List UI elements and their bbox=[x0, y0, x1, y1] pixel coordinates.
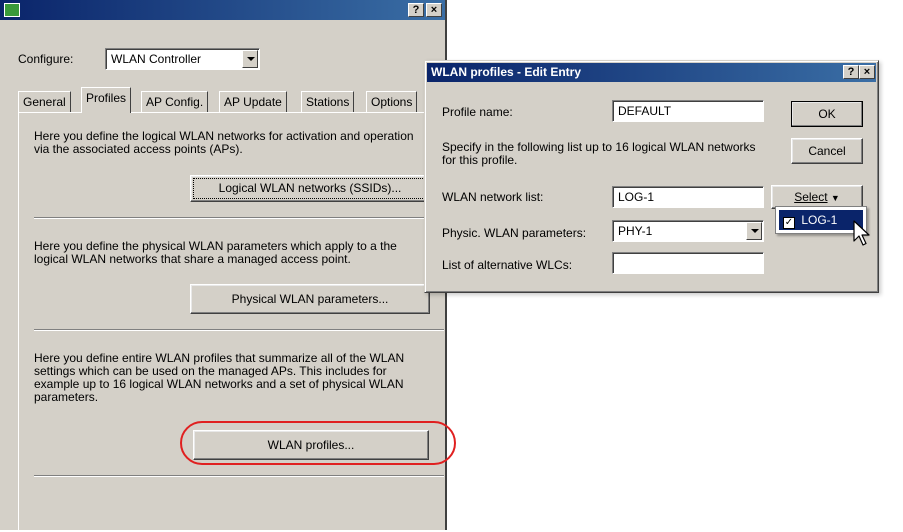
app-icon bbox=[4, 3, 20, 17]
checkbox-checked-icon[interactable]: ✓ bbox=[783, 217, 795, 229]
mouse-cursor-icon bbox=[853, 220, 870, 246]
physical-params-select[interactable]: PHY-1 bbox=[612, 220, 764, 242]
physical-params-value: PHY-1 bbox=[618, 224, 653, 238]
edit-entry-dialog: WLAN profiles - Edit Entry ? × Profile n… bbox=[424, 60, 879, 293]
hint-text: Specify in the following list up to 16 l… bbox=[442, 140, 756, 167]
tab-ap-config[interactable]: AP Config. bbox=[141, 91, 209, 112]
tab-profiles[interactable]: Profiles bbox=[81, 87, 132, 113]
main-titlebar: ? × bbox=[0, 0, 445, 20]
select-label: Select bbox=[794, 190, 828, 204]
tab-stations[interactable]: Stations bbox=[301, 91, 355, 112]
alt-wlc-input[interactable] bbox=[612, 252, 764, 274]
triangle-down-icon: ▼ bbox=[830, 193, 840, 203]
chevron-down-icon[interactable] bbox=[242, 50, 258, 68]
dialog-title: WLAN profiles - Edit Entry bbox=[431, 65, 581, 79]
highlight-ellipse bbox=[180, 421, 456, 465]
alt-wlc-label: List of alternative WLCs: bbox=[442, 258, 573, 272]
network-list-input[interactable]: LOG-1 bbox=[612, 186, 764, 208]
dialog-close-button[interactable]: × bbox=[859, 65, 875, 79]
configure-label: Configure: bbox=[18, 52, 74, 66]
section-logical-text: Here you define the logical WLAN network… bbox=[34, 129, 414, 156]
close-button[interactable]: × bbox=[426, 3, 442, 17]
dialog-titlebar: WLAN profiles - Edit Entry ? × bbox=[427, 63, 876, 82]
profile-name-label: Profile name: bbox=[442, 105, 513, 119]
separator bbox=[34, 329, 444, 331]
chevron-down-icon[interactable] bbox=[746, 222, 762, 240]
physical-wlan-parameters-button[interactable]: Physical WLAN parameters... bbox=[190, 284, 430, 314]
tab-options[interactable]: Options bbox=[366, 91, 418, 112]
cancel-button[interactable]: Cancel bbox=[791, 138, 863, 164]
tab-ap-update[interactable]: AP Update bbox=[219, 91, 287, 112]
section-physical-text: Here you define the physical WLAN parame… bbox=[34, 239, 397, 266]
profile-name-input[interactable]: DEFAULT bbox=[612, 100, 764, 122]
dialog-help-button[interactable]: ? bbox=[843, 65, 859, 79]
popup-item-label: LOG-1 bbox=[801, 213, 838, 227]
tab-general[interactable]: General bbox=[18, 91, 71, 112]
separator bbox=[34, 475, 444, 477]
network-list-label: WLAN network list: bbox=[442, 190, 544, 204]
physical-params-label: Physic. WLAN parameters: bbox=[442, 226, 587, 240]
configure-select[interactable]: WLAN Controller bbox=[105, 48, 260, 70]
configure-value: WLAN Controller bbox=[111, 52, 202, 66]
separator bbox=[34, 217, 444, 219]
ok-button[interactable]: OK bbox=[791, 101, 863, 127]
help-button[interactable]: ? bbox=[408, 3, 424, 17]
logical-wlan-networks-button[interactable]: Logical WLAN networks (SSIDs)... bbox=[190, 175, 430, 202]
main-window: ? × Configure: WLAN Controller General P… bbox=[0, 0, 456, 532]
section-profiles-text: Here you define entire WLAN profiles tha… bbox=[34, 351, 405, 404]
